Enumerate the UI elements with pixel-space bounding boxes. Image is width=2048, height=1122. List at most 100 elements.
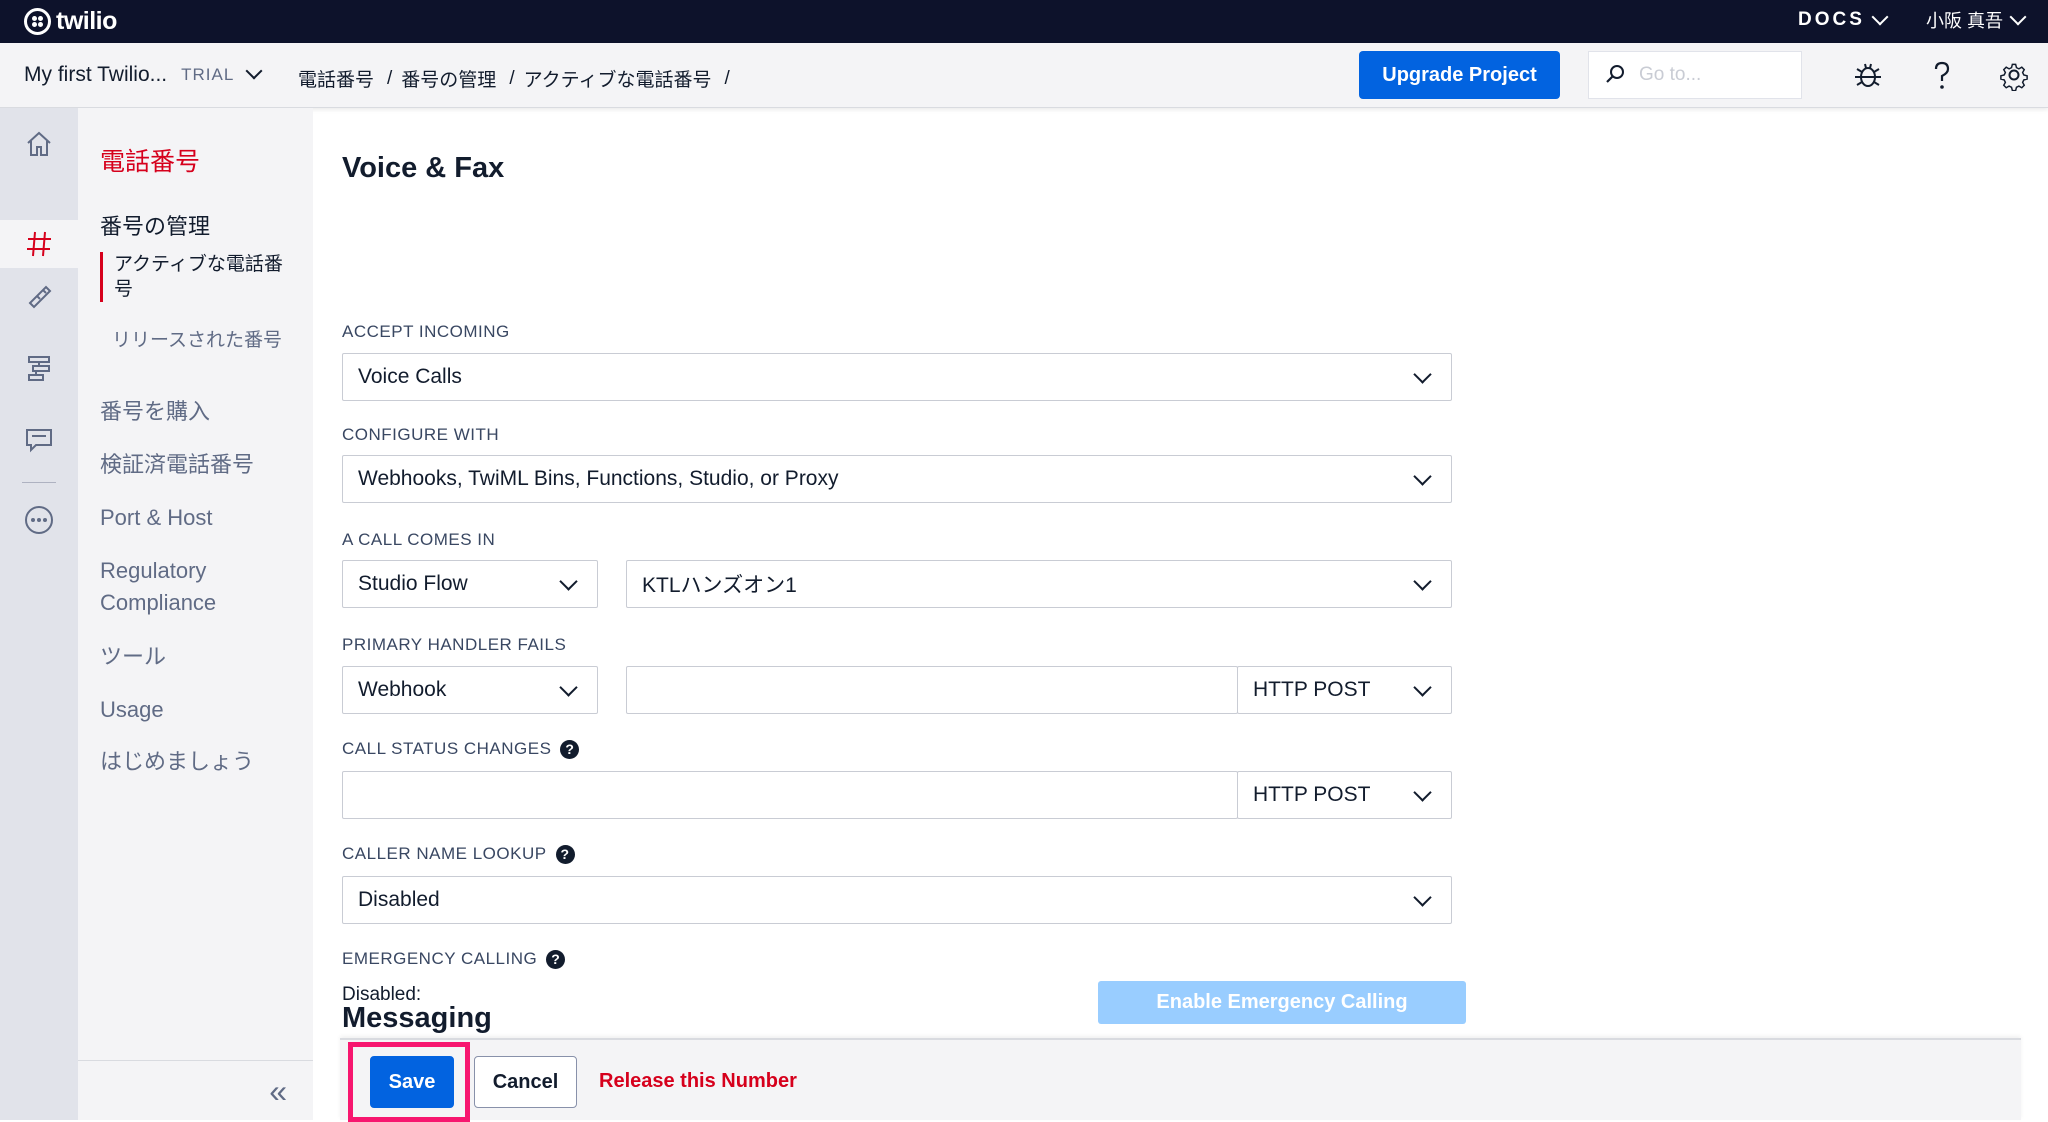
top-nav-bar: twilio DOCS 小阪 真吾 <box>0 0 2048 43</box>
docs-menu[interactable]: DOCS <box>1798 6 1889 34</box>
release-number-link[interactable]: Release this Number <box>599 1070 797 1093</box>
breadcrumb-bar: My first Twilio... TRIAL 電話番号 / 番号の管理 / … <box>0 43 2048 108</box>
call-status-url-input[interactable] <box>342 771 1238 819</box>
sidebar-item-released-numbers[interactable]: リリースされた番号 <box>100 328 282 353</box>
cancel-button[interactable]: Cancel <box>474 1056 577 1108</box>
chevron-down-icon <box>1413 783 1432 802</box>
chevron-down-icon <box>559 572 578 591</box>
section-title-voice-fax: Voice & Fax <box>342 152 505 184</box>
breadcrumb: 電話番号 / 番号の管理 / アクティブな電話番号 / <box>298 65 739 92</box>
call-comes-in-type-value: Studio Flow <box>358 572 468 595</box>
goto-placeholder: Go to... <box>1639 64 1702 85</box>
section-title-messaging: Messaging <box>342 1002 492 1034</box>
help-circle-icon[interactable]: ? <box>555 844 575 864</box>
rail-phone-numbers[interactable] <box>0 220 78 268</box>
more-icon <box>25 506 53 534</box>
flow-icon <box>28 356 50 381</box>
goto-search-input[interactable]: Go to... <box>1588 51 1802 99</box>
sidebar-item-port-host[interactable]: Port & Host <box>100 502 212 534</box>
chevron-down-icon <box>559 678 578 697</box>
user-name: 小阪 真吾 <box>1926 11 2004 31</box>
chevron-down-icon <box>1413 467 1432 486</box>
breadcrumb-item[interactable]: 番号の管理 <box>401 65 496 92</box>
sidebar-title[interactable]: 電話番号 <box>100 142 200 178</box>
project-name: My first Twilio... <box>24 63 168 86</box>
accept-incoming-label: ACCEPT INCOMING <box>342 322 510 341</box>
logo-text: twilio <box>56 6 117 35</box>
studio-flow-select[interactable]: KTLハンズオン1 <box>626 560 1452 608</box>
twilio-logo-icon <box>24 7 51 35</box>
primary-handler-method-value: HTTP POST <box>1253 678 1371 701</box>
upgrade-project-button[interactable]: Upgrade Project <box>1359 51 1560 99</box>
help-icon[interactable] <box>1926 59 1958 91</box>
chevron-down-icon <box>2009 8 2027 25</box>
primary-handler-fails-label: PRIMARY HANDLER FAILS <box>342 635 567 654</box>
docs-label: DOCS <box>1798 9 1865 30</box>
rail-more[interactable] <box>0 492 78 548</box>
breadcrumb-separator: / <box>509 67 515 89</box>
breadcrumb-item[interactable]: アクティブな電話番号 <box>524 65 712 92</box>
user-menu[interactable]: 小阪 真吾 <box>1926 6 2027 34</box>
home-icon <box>27 131 51 156</box>
phone-icon <box>28 285 52 309</box>
hash-icon <box>27 231 51 257</box>
accept-incoming-value: Voice Calls <box>358 365 462 388</box>
project-switcher[interactable]: My first Twilio... TRIAL <box>24 62 263 87</box>
sidebar-item-regulatory-compliance[interactable]: Regulatory Compliance <box>100 555 270 619</box>
enable-emergency-calling-button: Enable Emergency Calling <box>1098 981 1466 1024</box>
save-button[interactable]: Save <box>370 1056 454 1108</box>
accept-incoming-select[interactable]: Voice Calls <box>342 353 1452 401</box>
help-circle-icon[interactable]: ? <box>560 739 580 759</box>
help-circle-icon[interactable]: ? <box>546 949 566 969</box>
chevron-down-icon <box>1413 678 1432 697</box>
chevron-down-icon <box>1413 365 1432 384</box>
trial-badge: TRIAL <box>181 65 235 84</box>
rail-home[interactable] <box>0 116 78 172</box>
chevron-down-icon <box>245 62 263 80</box>
debugger-bug-icon[interactable] <box>1852 59 1884 91</box>
sidebar-item-verified-numbers[interactable]: 検証済電話番号 <box>100 449 254 481</box>
rail-studio[interactable] <box>0 340 78 396</box>
configure-with-value: Webhooks, TwiML Bins, Functions, Studio,… <box>358 467 839 490</box>
call-status-changes-label: CALL STATUS CHANGES ? <box>342 739 580 759</box>
studio-flow-value: KTLハンズオン1 <box>642 574 797 597</box>
sidebar-section-manage-numbers[interactable]: 番号の管理 <box>100 209 210 241</box>
sidebar-item-active-numbers[interactable]: アクティブな電話番号 <box>100 252 300 302</box>
chat-icon <box>26 429 52 453</box>
primary-handler-method-select[interactable]: HTTP POST <box>1237 666 1452 714</box>
sidebar-item-usage[interactable]: Usage <box>100 694 164 726</box>
emergency-calling-label: EMERGENCY CALLING ? <box>342 949 566 969</box>
breadcrumb-item[interactable]: 電話番号 <box>298 65 374 92</box>
primary-handler-url-input[interactable] <box>626 666 1238 714</box>
search-icon <box>1606 65 1624 83</box>
sidebar-footer: « <box>78 1060 313 1120</box>
primary-handler-type-value: Webhook <box>358 678 447 701</box>
sidebar: 電話番号 番号の管理 アクティブな電話番号 リリースされた番号 番号を購入 検証… <box>78 108 313 1060</box>
call-comes-in-label: A CALL COMES IN <box>342 530 496 549</box>
configure-with-select[interactable]: Webhooks, TwiML Bins, Functions, Studio,… <box>342 455 1452 503</box>
collapse-sidebar-icon[interactable]: « <box>269 1075 287 1107</box>
rail-messaging[interactable] <box>0 412 78 468</box>
caller-name-lookup-value: Disabled <box>358 888 440 911</box>
sidebar-item-tools[interactable]: ツール <box>100 641 166 673</box>
twilio-logo[interactable]: twilio <box>24 5 117 37</box>
sidebar-item-getting-started[interactable]: はじめましょう <box>100 746 254 778</box>
product-rail <box>0 108 78 1120</box>
call-status-method-select[interactable]: HTTP POST <box>1237 771 1452 819</box>
call-comes-in-type-select[interactable]: Studio Flow <box>342 560 598 608</box>
chevron-down-icon <box>1413 888 1432 907</box>
breadcrumb-separator: / <box>387 67 393 89</box>
chevron-down-icon <box>1413 572 1432 591</box>
breadcrumb-separator: / <box>724 67 730 89</box>
call-status-method-value: HTTP POST <box>1253 783 1371 806</box>
chevron-down-icon <box>1871 8 1889 25</box>
caller-name-lookup-label: CALLER NAME LOOKUP ? <box>342 844 575 864</box>
rail-divider <box>22 482 56 483</box>
primary-handler-type-select[interactable]: Webhook <box>342 666 598 714</box>
gear-icon[interactable] <box>1998 59 2030 91</box>
form-action-bar: Save Cancel Release this Number <box>340 1038 2021 1122</box>
caller-name-lookup-select[interactable]: Disabled <box>342 876 1452 924</box>
main-content: Voice & Fax ACCEPT INCOMING Voice Calls … <box>313 108 2048 1120</box>
rail-voice[interactable] <box>0 266 78 322</box>
sidebar-item-buy-number[interactable]: 番号を購入 <box>100 396 210 428</box>
